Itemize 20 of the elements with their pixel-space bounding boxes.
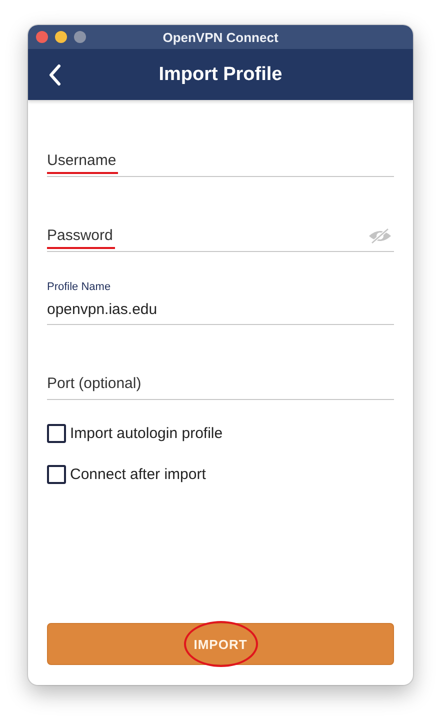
input-field[interactable]: Username xyxy=(47,100,394,177)
checkbox[interactable] xyxy=(47,465,66,484)
input-field[interactable]: Port (optional) xyxy=(47,325,394,400)
field-value: openvpn.ias.edu xyxy=(47,300,158,318)
close-button[interactable] xyxy=(36,31,48,43)
page-title: Import Profile xyxy=(158,64,284,86)
checkbox-label: Connect after import xyxy=(70,466,206,483)
zoom-button[interactable] xyxy=(74,31,86,43)
field-placeholder: Password xyxy=(47,227,113,245)
input-field[interactable]: Profile Name openvpn.ias.edu xyxy=(47,252,394,325)
field-placeholder: Username xyxy=(47,152,116,170)
checkbox[interactable] xyxy=(47,424,66,443)
window-title: OpenVPN Connect xyxy=(162,30,280,44)
checkbox-label: Import autologin profile xyxy=(70,425,223,442)
field-label: Profile Name xyxy=(47,281,112,293)
field-placeholder: Port (optional) xyxy=(47,375,142,393)
input-field[interactable]: Password xyxy=(47,177,394,252)
minimize-button[interactable] xyxy=(55,31,67,43)
checkbox-row[interactable]: Import autologin profile xyxy=(47,424,394,443)
checkbox-row[interactable]: Connect after import xyxy=(47,465,394,484)
